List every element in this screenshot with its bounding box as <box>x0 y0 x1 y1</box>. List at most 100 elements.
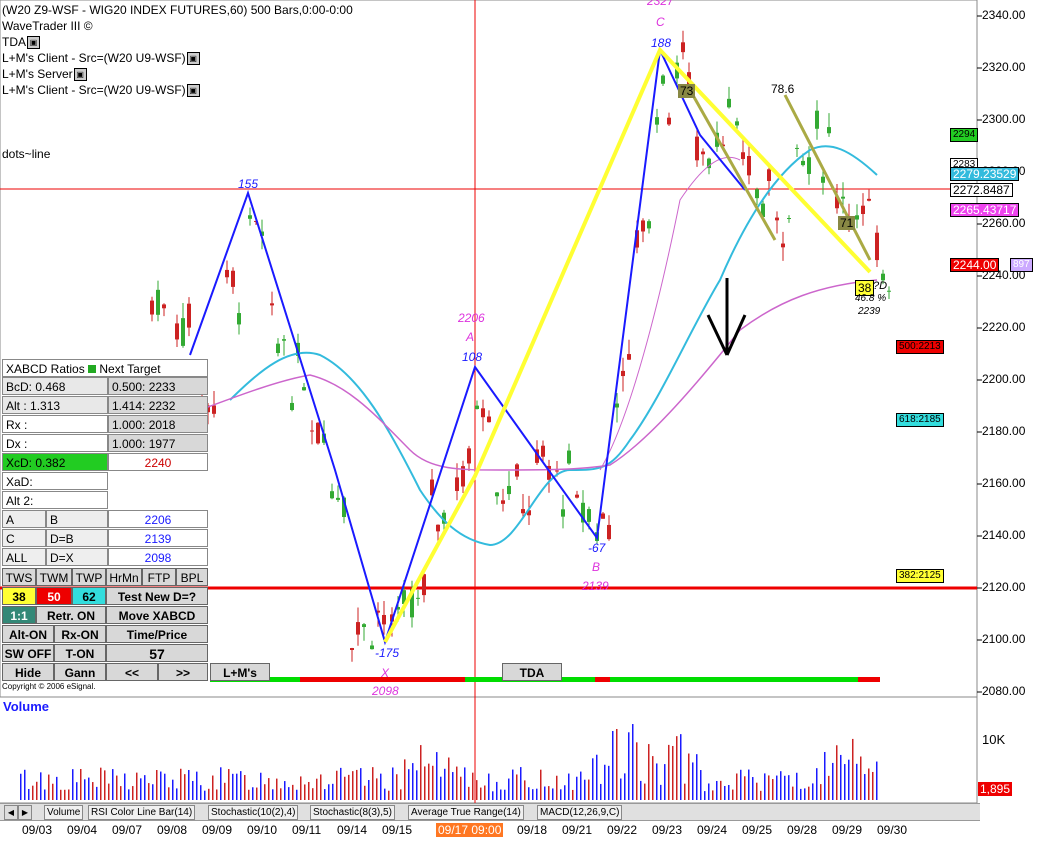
volume-bar <box>736 773 738 800</box>
volume-bar <box>392 767 394 800</box>
candle-body <box>231 270 235 287</box>
volume-bar <box>52 783 54 800</box>
time-price-button[interactable]: Time/Price <box>106 625 208 643</box>
prev-button[interactable]: << <box>106 663 158 681</box>
next-button[interactable]: >> <box>158 663 208 681</box>
volume-bar <box>240 771 242 800</box>
alt-on-button[interactable]: Alt-ON <box>2 625 54 643</box>
gann-button[interactable]: Gann <box>54 663 106 681</box>
ratio-button[interactable]: 1:1 <box>2 606 36 624</box>
twp-button[interactable]: TWP <box>72 568 106 586</box>
tws-button[interactable]: TWS <box>2 568 36 586</box>
hrmn-button[interactable]: HrMn <box>106 568 142 586</box>
volume-bar <box>852 738 854 800</box>
candle-body <box>755 189 759 199</box>
candle-body <box>867 198 871 201</box>
candle-body <box>781 243 785 248</box>
label-a: A <box>466 330 475 344</box>
panel-title-text: XABCD Ratios <box>6 362 85 376</box>
volume-bar <box>64 789 66 800</box>
scroll-right-icon[interactable]: ▶ <box>18 805 32 820</box>
c-label[interactable]: C <box>2 529 46 547</box>
label-2206: 2206 <box>458 311 485 325</box>
lock-icon[interactable]: ▣ <box>186 84 200 98</box>
retrace-62-button[interactable]: 62 <box>72 587 106 605</box>
lm-button[interactable]: L+M's <box>210 663 270 681</box>
study-tda: TDA ▣ <box>2 35 40 50</box>
ftp-button[interactable]: FTP <box>142 568 176 586</box>
volume-bar <box>780 771 782 800</box>
volume-bar <box>228 769 230 800</box>
all-label[interactable]: ALL <box>2 548 46 566</box>
volume-bar <box>404 759 406 800</box>
move-xabcd-button[interactable]: Move XABCD <box>106 606 208 624</box>
a-label[interactable]: A <box>2 510 46 528</box>
bpl-button[interactable]: BPL <box>176 568 208 586</box>
volume-bar <box>248 789 250 800</box>
retrace-50-button[interactable]: 50 <box>36 587 72 605</box>
dx2-label[interactable]: D=X <box>46 548 108 566</box>
candle-body <box>521 509 525 514</box>
date-label: 09/08 <box>157 823 188 837</box>
candle-body <box>487 416 491 423</box>
volume-bar <box>152 784 154 800</box>
bcd-value: 0.468 <box>35 380 66 394</box>
db-label[interactable]: D=B <box>46 529 108 547</box>
volume-bar <box>156 770 158 800</box>
candle-body <box>237 313 241 325</box>
c-value: 2139 <box>108 529 208 547</box>
volume-bar <box>480 787 482 800</box>
retr-on-button[interactable]: Retr. ON <box>36 606 106 624</box>
study-tda-label: TDA <box>2 35 26 49</box>
volume-bar <box>776 775 778 800</box>
retrace-38-button[interactable]: 38 <box>2 587 36 605</box>
volume-bar <box>800 788 802 800</box>
candle-body <box>661 75 665 84</box>
tab-atr[interactable]: Average True Range(14) <box>408 805 524 820</box>
price-label: 2080.00 <box>982 684 1026 698</box>
candle-body <box>555 470 559 472</box>
tab-stochastic-1[interactable]: Stochastic(10(2),4) <box>208 805 299 820</box>
tab-macd[interactable]: MACD(12,26,9,C) <box>537 805 623 820</box>
volume-bar <box>236 773 238 800</box>
label-188: 188 <box>651 36 672 50</box>
lock-icon[interactable]: ▣ <box>27 36 40 50</box>
lock-icon[interactable]: ▣ <box>186 52 200 66</box>
volume-bar <box>104 770 106 800</box>
tda-button[interactable]: TDA <box>502 663 562 681</box>
volume-bar <box>112 769 114 800</box>
candle-body <box>507 485 511 495</box>
volume-bar <box>504 789 506 800</box>
price-label: 2340.00 <box>982 8 1026 22</box>
volume-value: 1,895 <box>978 782 1013 796</box>
volume-bar <box>580 771 582 800</box>
volume-bar <box>756 782 758 800</box>
volume-bar <box>432 765 434 800</box>
volume-bar <box>88 777 90 800</box>
volume-bar <box>264 784 266 800</box>
tab-volume[interactable]: Volume <box>44 805 84 820</box>
hide-button[interactable]: Hide <box>2 663 54 681</box>
t-on-button[interactable]: T-ON <box>54 644 106 662</box>
volume-bar <box>616 728 618 800</box>
candle-body <box>747 155 751 176</box>
twm-button[interactable]: TWM <box>36 568 72 586</box>
candle-body <box>681 42 685 53</box>
xcd-target: 2240 <box>108 453 208 471</box>
dx-value: 2098 <box>108 548 208 566</box>
price-label: 2300.00 <box>982 112 1026 126</box>
sw-off-button[interactable]: SW OFF <box>2 644 54 662</box>
panel-title: XABCD Ratios Next Target <box>2 359 208 377</box>
b-label[interactable]: B <box>46 510 108 528</box>
lock-icon[interactable]: ▣ <box>73 68 87 82</box>
volume-bar <box>668 744 670 800</box>
volume-bar <box>552 788 554 800</box>
rx-on-button[interactable]: Rx-ON <box>54 625 106 643</box>
candle-body <box>621 370 625 377</box>
indicator-bar-red-3 <box>858 677 880 682</box>
volume-bar <box>24 769 26 800</box>
tab-rsi[interactable]: RSI Color Line Bar(14) <box>88 805 196 820</box>
tab-stochastic-2[interactable]: Stochastic(8(3),5) <box>310 805 395 820</box>
test-new-d-button[interactable]: Test New D=? <box>106 587 208 605</box>
scroll-left-icon[interactable]: ◀ <box>4 805 18 820</box>
